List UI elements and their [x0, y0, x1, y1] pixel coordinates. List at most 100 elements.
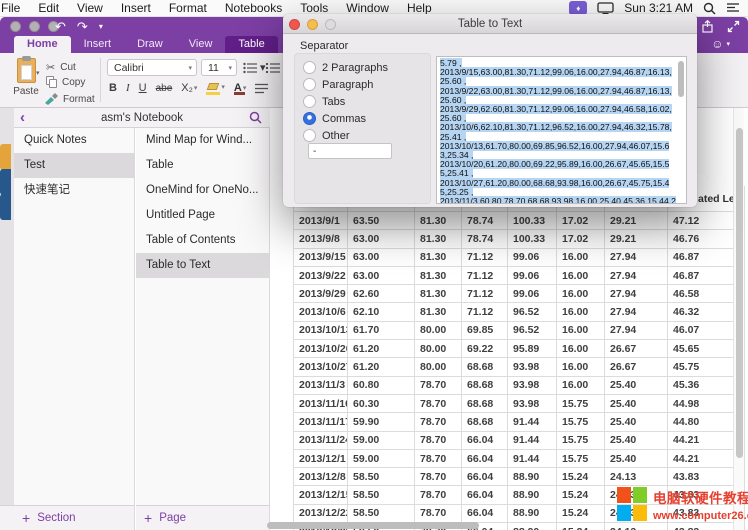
- table-cell[interactable]: 91.44: [508, 413, 557, 431]
- table-cell[interactable]: 99.06: [508, 249, 557, 267]
- table-cell[interactable]: 91.44: [508, 432, 557, 450]
- table-cell[interactable]: 58.50: [348, 468, 415, 486]
- table-cell[interactable]: 15.24: [557, 523, 605, 530]
- minimize-button[interactable]: [29, 21, 40, 32]
- table-cell[interactable]: 27.94: [605, 285, 668, 303]
- menu-item[interactable]: View: [68, 1, 112, 15]
- font-size-select[interactable]: 11▾: [201, 59, 237, 76]
- add-section-button[interactable]: + Section: [0, 505, 135, 530]
- separator-option-tabs[interactable]: Tabs: [303, 94, 345, 109]
- table-cell[interactable]: 2013/12/8: [293, 468, 348, 486]
- table-cell[interactable]: 27.94: [605, 322, 668, 340]
- bullet-list-button[interactable]: ▾: [243, 59, 266, 76]
- other-separator-input[interactable]: [308, 143, 392, 159]
- table-cell[interactable]: 59.00: [348, 432, 415, 450]
- table-cell[interactable]: 2013/10/6: [293, 303, 348, 321]
- table-cell[interactable]: 27.94: [605, 249, 668, 267]
- ribbon-tab-draw[interactable]: Draw: [124, 36, 176, 53]
- table-cell[interactable]: 96.52: [508, 322, 557, 340]
- table-cell[interactable]: 59.90: [348, 413, 415, 431]
- table-cell[interactable]: 88.90: [508, 486, 557, 504]
- table-cell[interactable]: 15.24: [557, 505, 605, 523]
- table-cell[interactable]: 60.30: [348, 395, 415, 413]
- table-cell[interactable]: 68.68: [462, 377, 508, 395]
- table-cell[interactable]: 78.70: [415, 486, 462, 504]
- table-cell[interactable]: 88.90: [508, 505, 557, 523]
- table-cell[interactable]: 66.04: [462, 505, 508, 523]
- table-cell[interactable]: 96.52: [508, 303, 557, 321]
- table-cell[interactable]: 24.13: [605, 468, 668, 486]
- table-cell[interactable]: 78.70: [415, 413, 462, 431]
- paragraph-align-icon[interactable]: [255, 83, 268, 94]
- table-cell[interactable]: 80.00: [415, 340, 462, 358]
- table-cell[interactable]: 93.98: [508, 395, 557, 413]
- table-cell[interactable]: 61.20: [348, 358, 415, 376]
- table-cell[interactable]: 80.00: [415, 322, 462, 340]
- separator-option-paragraph[interactable]: Paragraph: [303, 77, 373, 92]
- table-cell[interactable]: 78.74: [462, 230, 508, 248]
- table-cell[interactable]: 2013/9/8: [293, 230, 348, 248]
- table-cell[interactable]: 88.90: [508, 468, 557, 486]
- table-cell[interactable]: 62.10: [348, 303, 415, 321]
- table-cell[interactable]: 69.85: [462, 322, 508, 340]
- table-cell[interactable]: 68.68: [462, 413, 508, 431]
- table-cell[interactable]: 63.50: [348, 212, 415, 230]
- table-cell[interactable]: 25.40: [605, 450, 668, 468]
- preview-scrollbar-thumb[interactable]: [678, 61, 684, 97]
- table-cell[interactable]: 15.75: [557, 413, 605, 431]
- redo-button[interactable]: ↷: [77, 19, 88, 35]
- table-cell[interactable]: 2013/10/20: [293, 340, 348, 358]
- menu-item[interactable]: File: [0, 1, 29, 15]
- fullscreen-icon[interactable]: [727, 20, 740, 33]
- share-icon[interactable]: [701, 20, 714, 33]
- table-cell[interactable]: 15.75: [557, 432, 605, 450]
- bold-button[interactable]: B: [109, 82, 117, 94]
- table-cell[interactable]: 81.30: [415, 285, 462, 303]
- table-cell[interactable]: 78.70: [415, 377, 462, 395]
- table-cell[interactable]: 17.02: [557, 230, 605, 248]
- table-cell[interactable]: 58.50: [348, 505, 415, 523]
- table-cell[interactable]: 69.22: [462, 340, 508, 358]
- subscript-button[interactable]: X₂▾: [181, 82, 197, 94]
- separator-option-commas[interactable]: Commas: [303, 111, 366, 126]
- table-cell[interactable]: 29.21: [605, 230, 668, 248]
- page-item[interactable]: Untitled Page: [136, 203, 269, 228]
- table-cell[interactable]: 2013/9/1: [293, 212, 348, 230]
- menu-item[interactable]: Format: [160, 1, 216, 15]
- table-cell[interactable]: 81.30: [415, 303, 462, 321]
- table-cell[interactable]: 71.12: [462, 285, 508, 303]
- menu-item[interactable]: Insert: [112, 1, 160, 15]
- table-cell[interactable]: 71.12: [462, 303, 508, 321]
- table-cell[interactable]: 63.00: [348, 267, 415, 285]
- table-cell[interactable]: 81.30: [415, 267, 462, 285]
- table-cell[interactable]: 16.00: [557, 358, 605, 376]
- table-cell[interactable]: 16.00: [557, 322, 605, 340]
- separator-option-2-paragraphs[interactable]: 2 Paragraphs: [303, 60, 388, 75]
- table-cell[interactable]: 25.40: [605, 413, 668, 431]
- section-item[interactable]: Quick Notes: [14, 128, 134, 153]
- table-cell[interactable]: 66.04: [462, 486, 508, 504]
- table-cell[interactable]: 16.00: [557, 303, 605, 321]
- table-cell[interactable]: 26.67: [605, 340, 668, 358]
- menu-item[interactable]: Edit: [29, 1, 68, 15]
- section-item[interactable]: Test: [14, 153, 134, 178]
- table-cell[interactable]: 2013/11/17: [293, 413, 348, 431]
- table-cell[interactable]: 2013/12/1: [293, 450, 348, 468]
- quick-access-caret-icon[interactable]: ▾: [99, 22, 103, 31]
- section-item[interactable]: 快速笔记: [14, 178, 134, 203]
- table-cell[interactable]: 2013/9/15: [293, 249, 348, 267]
- table-cell[interactable]: 16.00: [557, 249, 605, 267]
- table-cell[interactable]: 29.21: [605, 212, 668, 230]
- table-cell[interactable]: 58.50: [348, 486, 415, 504]
- table-cell[interactable]: 81.30: [415, 212, 462, 230]
- menu-item[interactable]: Help: [398, 1, 441, 15]
- table-cell[interactable]: 88.90: [508, 523, 557, 530]
- table-cell[interactable]: 16.00: [557, 285, 605, 303]
- table-cell[interactable]: 62.60: [348, 285, 415, 303]
- section-color-tab[interactable]: [0, 194, 11, 220]
- ribbon-tab-table[interactable]: Table: [225, 36, 277, 53]
- notification-center-icon[interactable]: [726, 2, 740, 14]
- ribbon-tab-view[interactable]: View: [176, 36, 226, 53]
- table-cell[interactable]: 2013/9/22: [293, 267, 348, 285]
- spotlight-search-icon[interactable]: [703, 2, 716, 15]
